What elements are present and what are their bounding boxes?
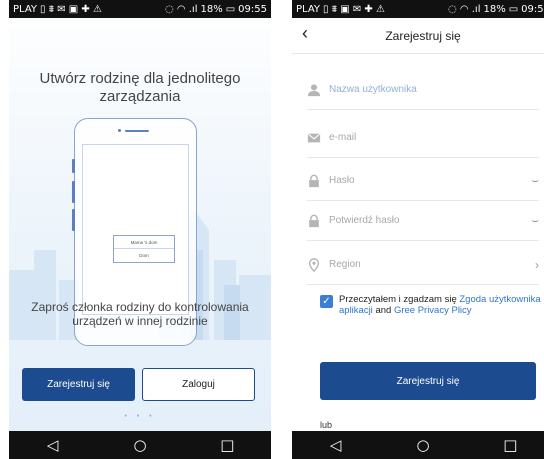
- confirm-password-field[interactable]: Potwierdź hasło ⌣: [307, 201, 539, 241]
- confirm-password-input[interactable]: Potwierdź hasło: [329, 215, 400, 226]
- register-button[interactable]: Zarejestruj się: [22, 368, 135, 401]
- status-bar: PLAY ▯ ⩩ ✉ ▣ ✚ ⚠ ◌ ◠ .ıl 18% ▭ 09:55: [9, 0, 271, 18]
- welcome-title: Utwórz rodzinę dla jednolitego zarządzan…: [39, 70, 241, 105]
- signal-icons: ◌ ◠ .ıl: [164, 3, 198, 15]
- recent-apps-icon[interactable]: □: [490, 436, 530, 454]
- password-field[interactable]: Hasło ⌣: [307, 161, 539, 201]
- battery-percent: 18%: [200, 3, 223, 15]
- show-password-icon[interactable]: ⌣: [531, 213, 539, 228]
- family-dialog-illustration: Mama 's dom Dom: [113, 235, 175, 263]
- back-nav-icon[interactable]: ◁: [316, 436, 356, 454]
- location-pin-icon: [308, 257, 320, 272]
- region-field[interactable]: Region ›: [307, 245, 539, 285]
- email-input[interactable]: e-mail: [329, 132, 356, 143]
- dialog-home-label: Dom: [139, 253, 149, 258]
- privacy-policy-link[interactable]: Gree Privacy Plicy: [394, 305, 472, 316]
- user-icon: [307, 83, 321, 96]
- recent-apps-icon[interactable]: □: [207, 436, 247, 454]
- battery-icon: ▭: [225, 3, 236, 15]
- terms-prefix: Przeczytałem i zgadzam się: [339, 294, 457, 305]
- terms-checkbox[interactable]: ✓: [320, 295, 333, 308]
- login-button[interactable]: Zaloguj: [142, 368, 255, 401]
- or-label: lub: [320, 420, 333, 430]
- show-password-icon[interactable]: ⌣: [531, 173, 539, 188]
- page-indicator: ● ● ●: [124, 413, 156, 419]
- password-input[interactable]: Hasło: [329, 175, 355, 186]
- page-title: Zarejestruj się: [385, 28, 461, 43]
- username-field[interactable]: Nazwa użytkownika: [307, 70, 539, 110]
- status-bar: PLAY ▯ ⩩ ▣ ✉ ✚ ⚠ ◌ ◠ .ıl 18% ▭ 09:56: [292, 0, 544, 18]
- register-screen: PLAY ▯ ⩩ ▣ ✉ ✚ ⚠ ◌ ◠ .ıl 18% ▭ 09:56 ‹ Z…: [292, 0, 544, 459]
- back-nav-icon[interactable]: ◁: [33, 436, 73, 454]
- notification-icons: ▯ ⩩ ✉ ▣ ✚ ⚠: [40, 3, 102, 15]
- battery-icon: ▭: [508, 3, 519, 15]
- email-field[interactable]: e-mail: [307, 118, 539, 158]
- terms-text: Przeczytałem i zgadzam się Zgoda użytkow…: [339, 294, 544, 316]
- clock: 09:56: [521, 3, 544, 15]
- register-header: ‹ Zarejestruj się: [292, 18, 544, 54]
- back-arrow-icon[interactable]: ‹: [302, 23, 308, 44]
- clock: 09:55: [238, 3, 267, 15]
- dialog-family-name: Mama 's dom: [114, 236, 174, 249]
- chevron-right-icon: ›: [535, 257, 539, 272]
- lock-icon: [309, 174, 319, 187]
- username-input[interactable]: Nazwa użytkownika: [329, 84, 417, 95]
- mail-icon: [307, 132, 321, 142]
- lock-icon: [309, 214, 319, 227]
- region-selector[interactable]: Region: [329, 259, 361, 270]
- terms-and: and: [375, 305, 392, 316]
- register-submit-button[interactable]: Zarejestruj się: [320, 362, 536, 400]
- home-nav-icon[interactable]: ○: [403, 436, 443, 454]
- carrier-label: PLAY: [13, 3, 38, 15]
- terms-agreement: ✓ Przeczytałem i zgadzam się Zgoda użytk…: [320, 294, 544, 316]
- home-nav-icon[interactable]: ○: [120, 436, 160, 454]
- carrier-label: PLAY: [296, 3, 321, 15]
- welcome-subtitle: Zaproś członka rodziny do kontrolowania …: [31, 300, 249, 328]
- system-nav-bar: ◁ ○ □: [292, 431, 544, 459]
- welcome-screen: PLAY ▯ ⩩ ✉ ▣ ✚ ⚠ ◌ ◠ .ıl 18% ▭ 09:55 Utw…: [9, 0, 271, 459]
- notification-icons: ▯ ⩩ ▣ ✉ ✚ ⚠: [323, 3, 385, 15]
- battery-percent: 18%: [483, 3, 506, 15]
- system-nav-bar: ◁ ○ □: [9, 431, 271, 459]
- signal-icons: ◌ ◠ .ıl: [447, 3, 481, 15]
